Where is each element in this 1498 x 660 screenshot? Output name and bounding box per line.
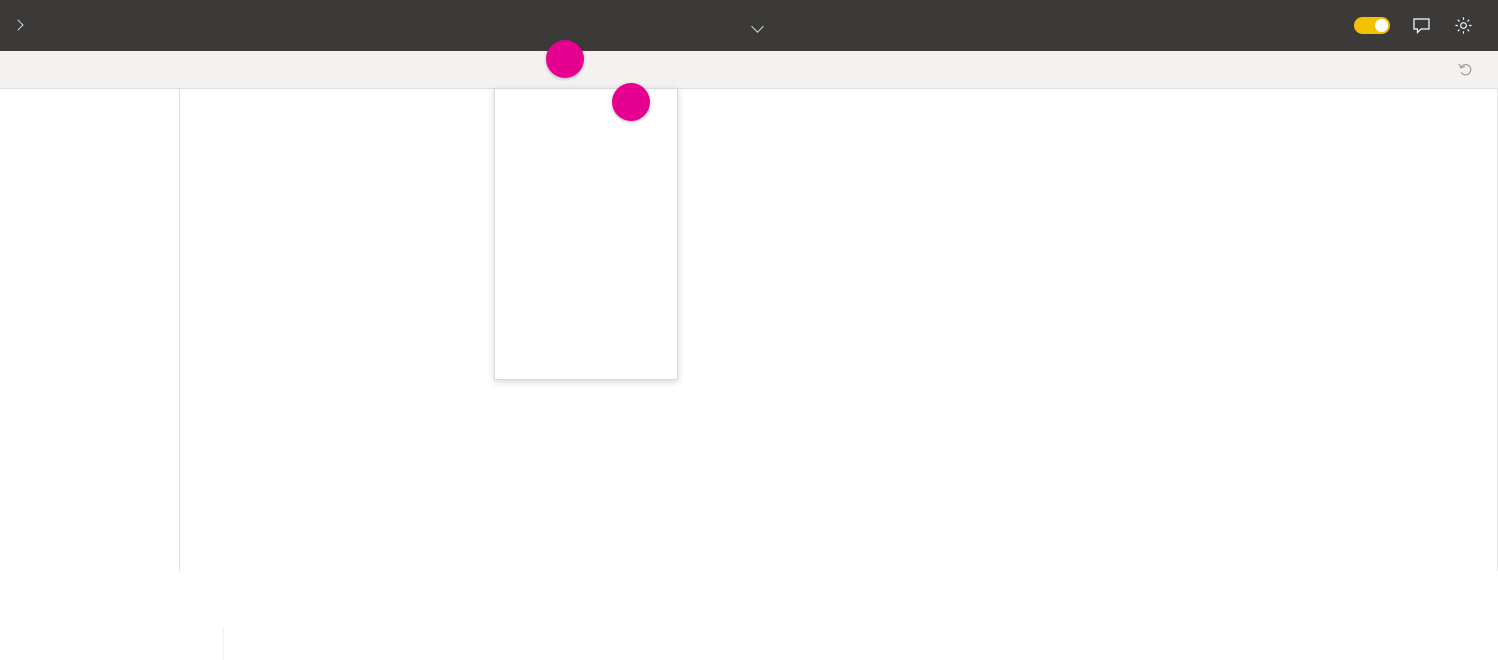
chart-y-axis (996, 238, 1050, 519)
report-canvas (181, 89, 1498, 660)
chart-plot-area (1054, 238, 1498, 519)
topbar-right-controls (1354, 0, 1484, 51)
gear-icon (1454, 17, 1472, 34)
report-pages-sidebar (0, 89, 180, 571)
breadcrumb[interactable] (10, 0, 34, 51)
report-title-dropdown[interactable] (733, 18, 766, 34)
command-bar (0, 51, 1498, 89)
feedback-button[interactable] (1400, 0, 1442, 51)
chevron-right-icon[interactable] (10, 17, 28, 35)
title-area (0, 0, 1498, 51)
comment-icon (1412, 18, 1430, 34)
chevron-down-icon[interactable] (750, 18, 766, 34)
stacked-bar-chart[interactable] (836, 219, 1498, 639)
top-navigation-bar (0, 0, 1498, 51)
new-look-toggle[interactable] (1354, 17, 1390, 34)
more-options-menu (494, 88, 678, 380)
callout-badge-1 (546, 40, 584, 78)
reset-to-default-button[interactable] (1457, 51, 1482, 88)
undo-icon (1458, 63, 1472, 76)
callout-badge-2 (612, 83, 650, 121)
chart-x-axis (1054, 521, 1498, 543)
bottom-visual-divider (223, 627, 224, 660)
settings-button[interactable] (1442, 0, 1484, 51)
